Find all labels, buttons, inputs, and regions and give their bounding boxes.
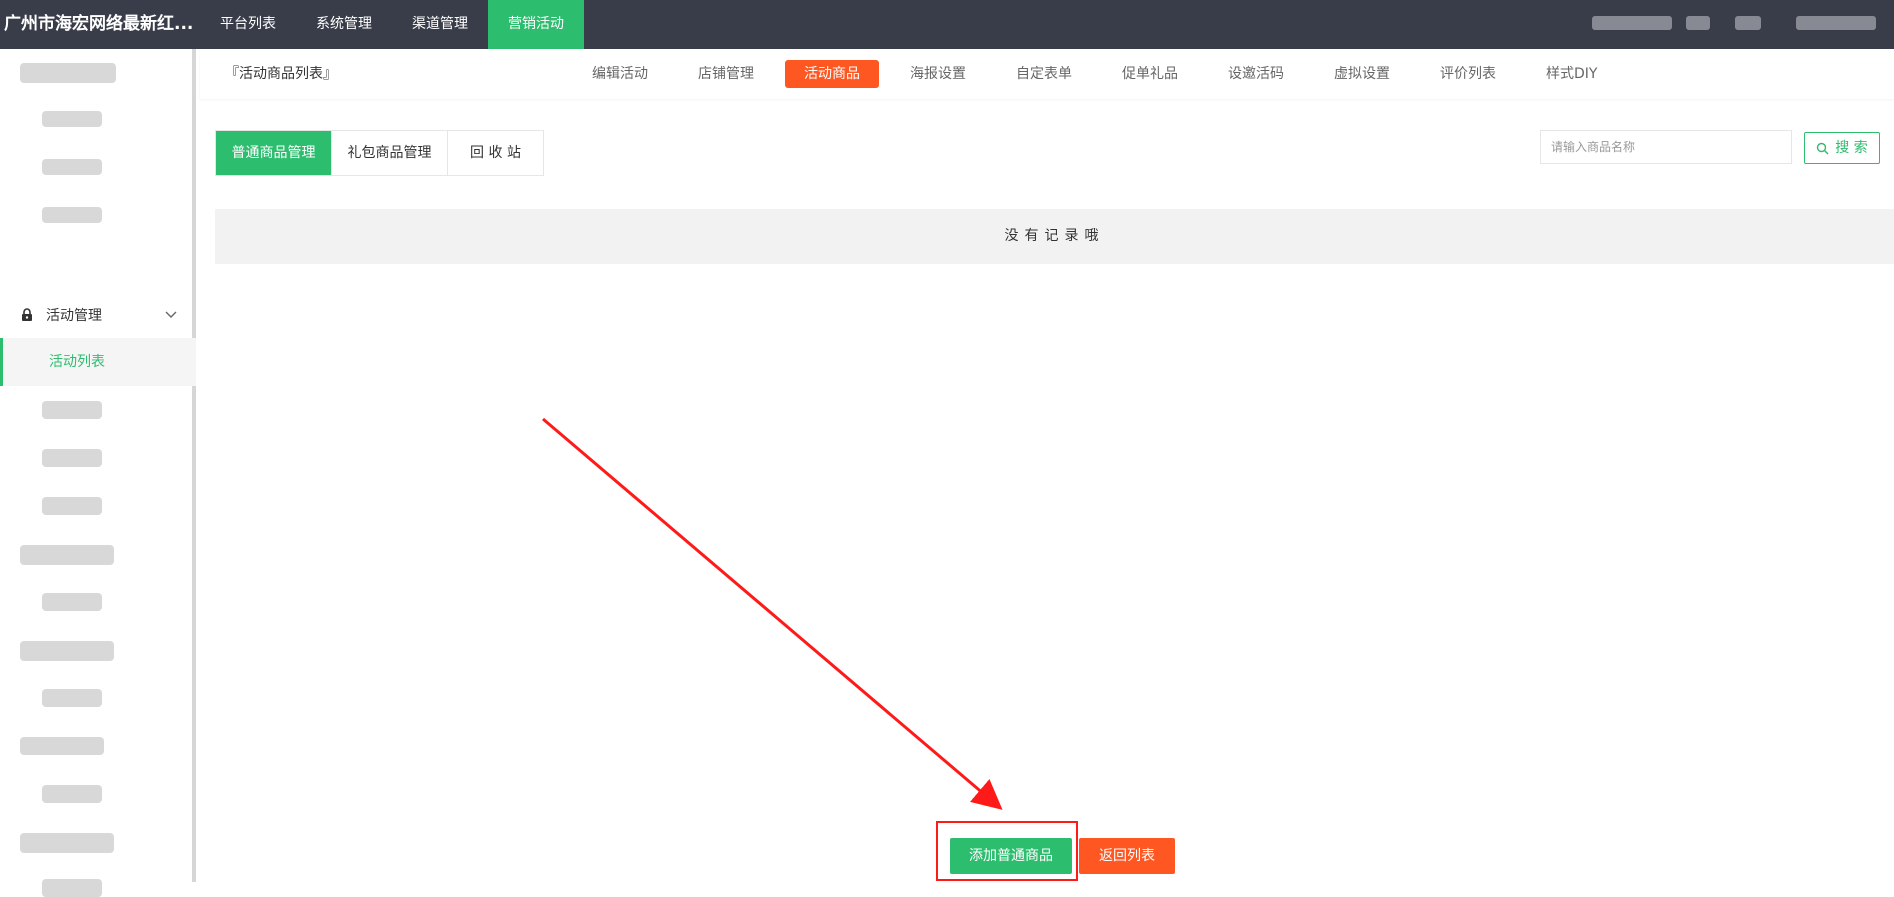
tab-review-list[interactable]: 评价列表	[1421, 60, 1515, 88]
top-bar: 广州市海宏网络最新红... 平台列表 系统管理 渠道管理 营销活动	[0, 0, 1894, 49]
brand-title: 广州市海宏网络最新红...	[4, 14, 194, 34]
tab-recycle-bin[interactable]: 回 收 站	[448, 131, 543, 175]
blurred-menu-item[interactable]	[42, 159, 102, 175]
product-category-tabs: 普通商品管理 礼包商品管理 回 收 站	[215, 130, 544, 176]
lock-icon	[22, 308, 32, 321]
topnav-item-system-management[interactable]: 系统管理	[296, 0, 392, 49]
blurred-menu-item[interactable]	[42, 449, 102, 467]
chevron-down-icon	[165, 311, 177, 318]
topnav-item-marketing[interactable]: 营销活动	[488, 0, 584, 49]
blurred-menu-item[interactable]	[42, 497, 102, 515]
blurred-user-info	[1796, 16, 1876, 30]
search-icon	[1817, 142, 1829, 154]
blurred-user-info	[1592, 16, 1672, 30]
tab-activity-products[interactable]: 活动商品	[785, 60, 879, 88]
blurred-menu-item[interactable]	[20, 545, 114, 565]
search-button[interactable]: 搜 索	[1804, 132, 1880, 164]
topnav-item-platform-list[interactable]: 平台列表	[200, 0, 296, 49]
sub-header: 『活动商品列表』 编辑活动 店铺管理 活动商品 海报设置 自定表单 促单礼品 设…	[200, 49, 1894, 99]
blurred-user-info	[1686, 16, 1710, 30]
search-button-label: 搜 索	[1835, 140, 1868, 156]
sidebar-group-label: 活动管理	[46, 308, 102, 324]
blurred-menu-item[interactable]	[20, 737, 104, 755]
blurred-menu-item[interactable]	[42, 785, 102, 803]
blurred-menu-item[interactable]	[42, 593, 102, 611]
tab-custom-form[interactable]: 自定表单	[997, 60, 1091, 88]
activity-tabs: 编辑活动 店铺管理 活动商品 海报设置 自定表单 促单礼品 设邀活码 虚拟设置 …	[573, 60, 1628, 88]
sidebar-group-activity-management[interactable]: 活动管理	[0, 292, 196, 338]
empty-table-message: 没有记录哦	[215, 209, 1894, 264]
tab-style-diy[interactable]: 样式DIY	[1527, 60, 1616, 88]
tab-edit-activity[interactable]: 编辑活动	[573, 60, 667, 88]
blurred-menu-item[interactable]	[42, 689, 102, 707]
tab-gift-pack-products[interactable]: 礼包商品管理	[332, 131, 448, 175]
tab-poster-settings[interactable]: 海报设置	[891, 60, 985, 88]
blurred-menu-item[interactable]	[42, 111, 102, 127]
add-normal-product-button[interactable]: 添加普通商品	[950, 838, 1072, 874]
tab-virtual-settings[interactable]: 虚拟设置	[1315, 60, 1409, 88]
tab-normal-products[interactable]: 普通商品管理	[216, 131, 332, 175]
tab-promo-gifts[interactable]: 促单礼品	[1103, 60, 1197, 88]
blurred-menu-item[interactable]	[42, 401, 102, 419]
blurred-menu-item[interactable]	[20, 833, 114, 853]
breadcrumb: 『活动商品列表』	[225, 66, 337, 82]
blurred-menu-item[interactable]	[20, 641, 114, 661]
sidebar: 活动管理 活动列表	[0, 49, 196, 897]
blurred-user-info	[1735, 16, 1761, 30]
sidebar-item-activity-list[interactable]: 活动列表	[0, 338, 196, 386]
topnav-item-channel-management[interactable]: 渠道管理	[392, 0, 488, 49]
tab-invite-codes[interactable]: 设邀活码	[1209, 60, 1303, 88]
back-to-list-button[interactable]: 返回列表	[1079, 838, 1175, 874]
blurred-menu-item[interactable]	[20, 63, 116, 83]
tab-store-management[interactable]: 店铺管理	[679, 60, 773, 88]
blurred-menu-item[interactable]	[42, 207, 102, 223]
top-nav: 平台列表 系统管理 渠道管理 营销活动	[200, 0, 584, 49]
search-input[interactable]: 请输入商品名称	[1540, 130, 1792, 164]
